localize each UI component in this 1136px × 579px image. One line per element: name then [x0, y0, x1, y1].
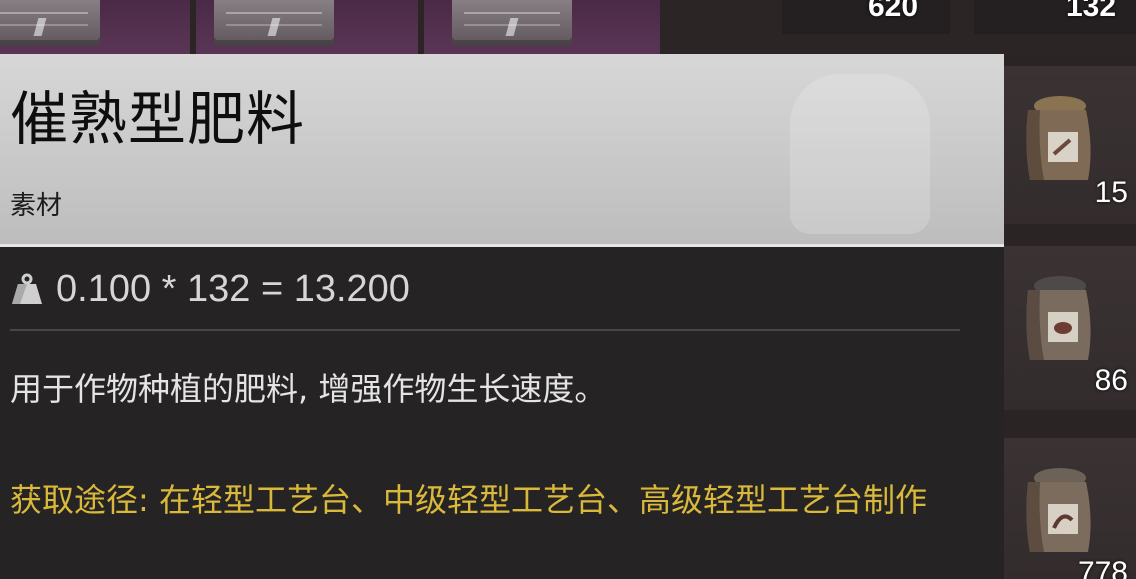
item-description: 用于作物种植的肥料, 增强作物生长速度。 [10, 370, 607, 408]
tooltip-header: 催熟型肥料 素材 [0, 54, 1004, 247]
inventory-slot-crate-1[interactable] [0, 0, 190, 56]
fertilizer-sack-icon [1026, 96, 1091, 180]
fertilizer-sack-icon [1026, 276, 1091, 360]
item-count: 778 [1077, 556, 1128, 579]
inventory-slot-fertilizer-2[interactable]: 86 [1004, 246, 1136, 410]
item-count: 620 [868, 0, 919, 23]
tooltip-body: 0.100 * 132 = 13.200 用于作物种植的肥料, 增强作物生长速度… [0, 247, 1004, 579]
divider [10, 329, 960, 331]
inventory-slot-crate-2[interactable] [196, 0, 418, 56]
inventory-slot-top-4[interactable] [782, 0, 950, 34]
crate-icon [452, 0, 572, 46]
top-inventory-strip: 620 132 [0, 0, 1136, 56]
weight-icon [12, 273, 42, 304]
item-source: 获取途径: 在轻型工艺台、中级轻型工艺台、高级轻型工艺台制作 [10, 481, 927, 519]
weight-formula: 0.100 * 132 = 13.200 [56, 268, 410, 310]
item-tooltip: 催熟型肥料 素材 0.100 * 132 = 13.200 用于作物种植的肥料,… [0, 54, 1004, 579]
weight-row: 0.100 * 132 = 13.200 [10, 267, 410, 311]
item-count: 86 [1094, 364, 1128, 397]
inventory-slot-crate-3[interactable] [424, 0, 660, 56]
inventory-slot-fertilizer-3[interactable]: 778 [1004, 438, 1136, 579]
item-category: 素材 [10, 191, 63, 221]
item-count: 132 [1066, 0, 1117, 23]
fertilizer-sack-icon [1026, 468, 1091, 552]
item-title: 催熟型肥料 [10, 85, 306, 153]
game-inventory-screen: 620 132 15 86 778 催熟型肥料 素材 0.100 * 132 =… [0, 0, 1136, 579]
item-count: 15 [1094, 176, 1128, 209]
item-illustration [790, 74, 930, 234]
crate-icon [0, 0, 100, 46]
crate-icon [214, 0, 334, 46]
inventory-slot-fertilizer-1[interactable]: 15 [1004, 66, 1136, 224]
